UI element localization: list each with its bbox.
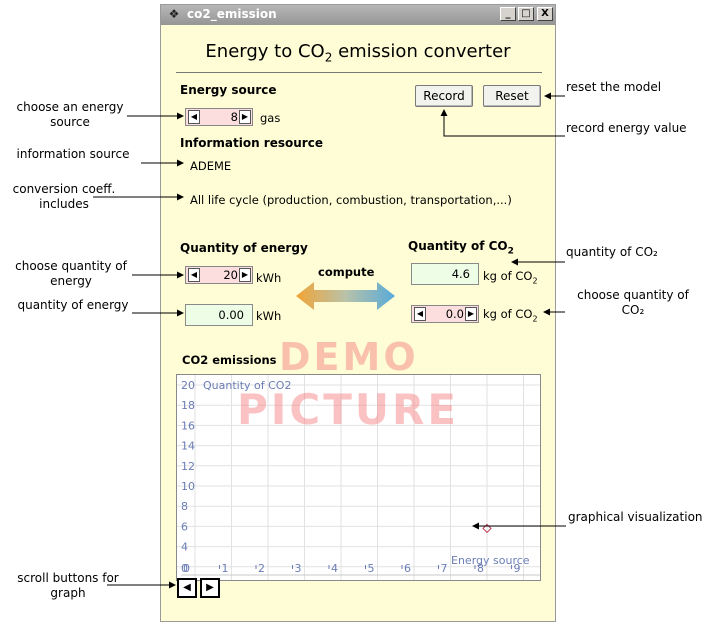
x-axis-label: Energy source	[451, 554, 530, 567]
maximize-button[interactable]: □	[518, 7, 534, 21]
energy-source-name: gas	[260, 111, 281, 125]
annotation-conversion-coeff: conversion coeff. includes	[12, 182, 116, 211]
annotation-scroll-buttons: scroll buttons for graph	[17, 571, 119, 600]
y-tick-label: 4	[181, 541, 188, 554]
annotation-information-source: information source	[16, 147, 130, 161]
energy-quantity-value: 20	[223, 268, 238, 282]
quantity-co2-label: Quantity of CO2	[408, 239, 514, 257]
minimize-button[interactable]: _	[500, 7, 516, 21]
y-tick-label: 14	[181, 440, 195, 453]
annotation-record-energy: record energy value	[566, 121, 687, 135]
co2-quantity-stepper[interactable]: ◀ 0.0 ▶	[411, 305, 479, 323]
y-tick-label: 8	[181, 500, 188, 513]
compute-label: compute	[318, 265, 375, 279]
decrement-arrow-icon[interactable]: ◀	[414, 307, 426, 321]
watermark-line1: DEMO	[279, 335, 419, 379]
y-tick-label: 18	[181, 399, 195, 412]
decrement-arrow-icon[interactable]: ◀	[188, 110, 200, 124]
x-tick-label: 4	[331, 562, 338, 575]
scroll-left-button[interactable]: ◀	[177, 578, 197, 598]
y-tick-label: 6	[181, 520, 188, 533]
x-tick-label: 1	[222, 562, 229, 575]
annotation-choose-quantity-energy: choose quantity of energy	[15, 259, 127, 288]
energy-quantity-stepper[interactable]: ◀ 20 ▶	[185, 266, 253, 284]
co2-stepper-unit: kg of CO2	[483, 307, 538, 324]
y-tick-label: 16	[181, 419, 195, 432]
x-tick-label: 2	[258, 562, 265, 575]
annotation-graphical-visualization: graphical visualization	[568, 510, 703, 524]
energy-source-value: 8	[230, 110, 238, 124]
lifecycle-text: All life cycle (production, combustion, …	[190, 193, 512, 207]
increment-arrow-icon[interactable]: ▶	[239, 110, 251, 124]
energy-source-stepper[interactable]: ◀ 8 ▶	[185, 108, 253, 126]
increment-arrow-icon[interactable]: ▶	[465, 307, 477, 321]
window-title: co2_emission	[187, 7, 277, 21]
energy-quantity-output: 0.00	[185, 304, 253, 326]
x-tick-label: 6	[404, 562, 411, 575]
title-divider	[176, 72, 542, 73]
energy-output-unit: kWh	[256, 309, 282, 323]
co2-quantity-output: 4.6	[411, 263, 479, 285]
annotation-quantity-co2: quantity of CO₂	[566, 245, 658, 259]
graph-title: CO2 emissions	[182, 353, 277, 367]
energy-source-label: Energy source	[180, 83, 277, 97]
info-resource-label: Information resource	[180, 136, 323, 150]
annotation-choose-energy-source: choose an energy source	[16, 100, 124, 129]
watermark-line2: PICTURE	[237, 385, 460, 434]
y-tick-label: 20	[181, 379, 195, 392]
x-tick-label: 7	[441, 562, 448, 575]
quantity-energy-label: Quantity of energy	[180, 241, 308, 255]
reset-button[interactable]: Reset	[483, 85, 541, 107]
decrement-arrow-icon[interactable]: ◀	[188, 268, 200, 282]
app-icon: ❖	[168, 7, 180, 21]
x-tick-label: 3	[295, 562, 302, 575]
co2-output-unit: kg of CO2	[483, 269, 538, 286]
record-button[interactable]: Record	[415, 85, 473, 107]
x-tick-label-overlap: 0	[181, 562, 188, 575]
energy-unit: kWh	[256, 271, 282, 285]
close-button[interactable]: X	[537, 7, 553, 21]
annotation-reset-model: reset the model	[566, 80, 662, 94]
page-title: Energy to CO2 emission converter	[205, 41, 511, 65]
increment-arrow-icon[interactable]: ▶	[239, 268, 251, 282]
app-window: ❖ co2_emission _ □ X Energy to CO2 emiss…	[160, 4, 556, 622]
annotation-choose-quantity-co2: choose quantity of CO₂	[577, 288, 689, 317]
title-bar[interactable]: ❖ co2_emission _ □ X	[161, 5, 555, 25]
y-tick-label: 12	[181, 460, 195, 473]
y-tick-label: 10	[181, 480, 195, 493]
scroll-right-button[interactable]: ▶	[200, 578, 220, 598]
annotation-quantity-energy: quantity of energy	[17, 298, 129, 312]
compute-arrow-icon[interactable]	[294, 280, 397, 312]
x-tick-label: 5	[368, 562, 375, 575]
co2-quantity-value: 0.0	[445, 307, 464, 321]
info-resource-value: ADEME	[190, 159, 232, 173]
